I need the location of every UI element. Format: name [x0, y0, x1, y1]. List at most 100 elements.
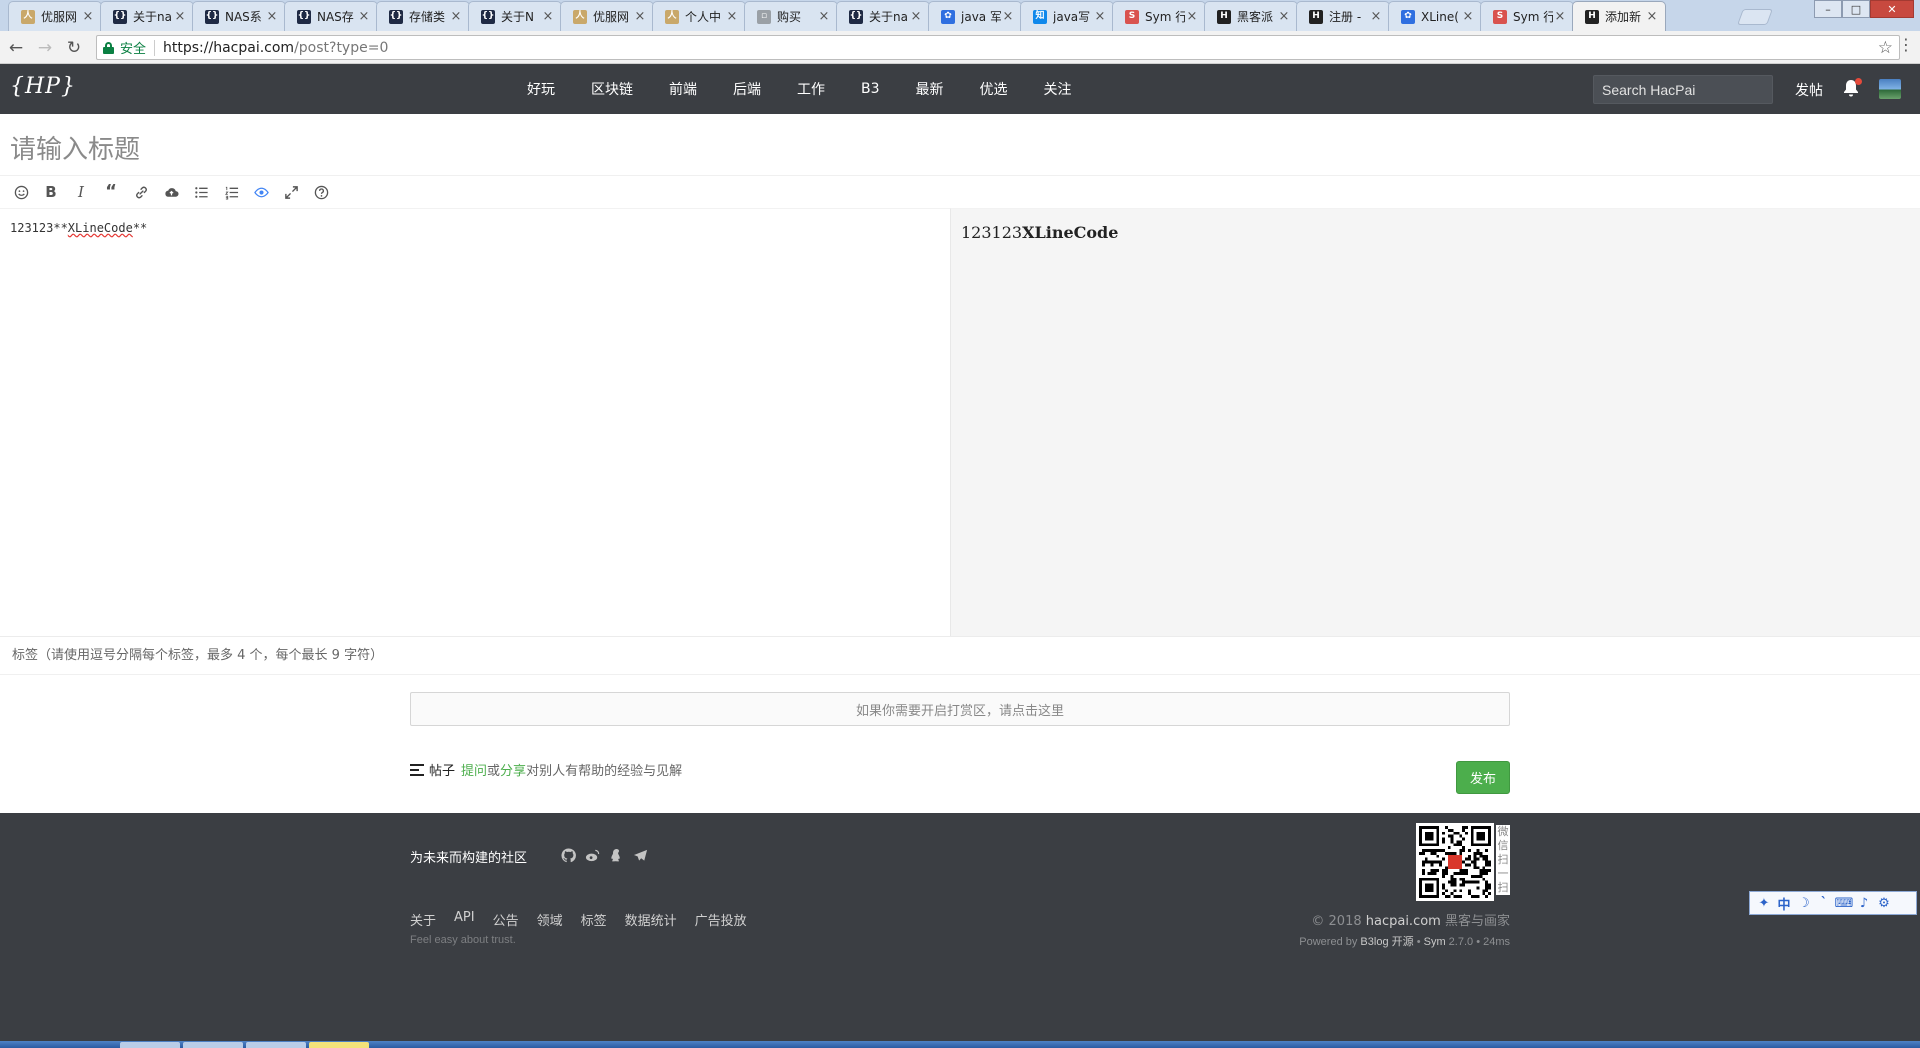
unordered-list-icon[interactable] [186, 180, 216, 204]
tab-close-icon[interactable]: × [1277, 9, 1291, 24]
nav-item-7[interactable]: 优选 [980, 79, 1008, 99]
ask-link[interactable]: 提问 [461, 760, 487, 779]
address-bar[interactable]: 安全 https://hacpai.com/post?type=0 ☆ [96, 35, 1900, 60]
tab-close-icon[interactable]: × [633, 9, 647, 24]
tab-close-icon[interactable]: × [725, 9, 739, 24]
browser-tab[interactable]: 知 java写 × [1020, 1, 1114, 31]
close-window-button[interactable]: ✕ [1870, 0, 1914, 18]
taskbar-item[interactable] [309, 1042, 369, 1048]
publish-button[interactable]: 发布 [1456, 761, 1510, 794]
tab-close-icon[interactable]: × [909, 9, 923, 24]
search-input[interactable] [1593, 75, 1773, 104]
tab-close-icon[interactable]: × [1461, 9, 1475, 24]
help-icon[interactable] [306, 180, 336, 204]
tab-close-icon[interactable]: × [81, 9, 95, 24]
reward-toggle-button[interactable]: 如果你需要开启打赏区，请点击这里 [410, 692, 1510, 726]
markdown-editor[interactable]: 123123**XLineCode** [0, 208, 950, 636]
browser-tab[interactable]: {} NAS存 × [284, 1, 378, 31]
nav-item-4[interactable]: 工作 [797, 79, 825, 99]
nav-item-6[interactable]: 最新 [916, 79, 944, 99]
tab-close-icon[interactable]: × [1553, 9, 1567, 24]
footer-link-1[interactable]: API [454, 910, 475, 929]
italic-icon[interactable]: I [66, 180, 96, 204]
quote-icon[interactable]: “ [96, 180, 126, 204]
github-icon[interactable] [556, 846, 580, 864]
nav-item-1[interactable]: 区块链 [591, 79, 633, 99]
keyboard-icon[interactable]: ⌨ [1834, 896, 1854, 911]
browser-tab[interactable]: H 添加新 × [1572, 1, 1666, 31]
ordered-list-icon[interactable] [216, 180, 246, 204]
taskbar-item[interactable] [183, 1042, 243, 1048]
browser-tab[interactable]: 人个人中 × [652, 1, 746, 31]
tab-close-icon[interactable]: × [1645, 9, 1659, 24]
nav-item-5[interactable]: B3 [861, 81, 880, 97]
nav-item-0[interactable]: 好玩 [527, 79, 555, 99]
upload-icon[interactable] [156, 180, 186, 204]
browser-tab[interactable]: H 注册 - × [1296, 1, 1390, 31]
moon-icon[interactable]: ☽ [1794, 896, 1814, 911]
back-icon[interactable]: ← [4, 36, 28, 60]
browser-menu-icon[interactable]: ⋮ [1898, 35, 1914, 54]
b3log-link[interactable]: B3log 开源 [1360, 936, 1413, 948]
browser-tab[interactable]: {} 关于na × [836, 1, 930, 31]
chinese-mode-icon[interactable]: 中 [1774, 894, 1794, 913]
browser-tab[interactable]: 人优服网 × [8, 1, 102, 31]
avatar[interactable] [1879, 79, 1901, 99]
tab-close-icon[interactable]: × [1185, 9, 1199, 24]
preview-icon[interactable] [246, 180, 276, 204]
bookmark-star-icon[interactable]: ☆ [1878, 38, 1893, 58]
site-logo[interactable]: {HP} [10, 74, 76, 99]
browser-tab[interactable]: {} 关于N × [468, 1, 562, 31]
tab-close-icon[interactable]: × [449, 9, 463, 24]
new-tab-button[interactable] [1737, 9, 1773, 25]
footer-link-2[interactable]: 公告 [493, 910, 519, 929]
tab-close-icon[interactable]: × [1001, 9, 1015, 24]
tab-close-icon[interactable]: × [817, 9, 831, 24]
tags-input[interactable] [0, 636, 1920, 675]
browser-tab[interactable]: {} NAS系 × [192, 1, 286, 31]
punctuation-icon[interactable]: ˋ [1814, 896, 1834, 911]
browser-tab[interactable]: ✿ java 军 × [928, 1, 1022, 31]
footer-link-0[interactable]: 关于 [410, 910, 436, 929]
browser-tab[interactable]: H 黑客派 × [1204, 1, 1298, 31]
nav-item-3[interactable]: 后端 [733, 79, 761, 99]
microphone-icon[interactable]: ♪ [1854, 896, 1874, 911]
footer-link-5[interactable]: 数据统计 [625, 910, 677, 929]
forward-icon[interactable]: → [33, 36, 57, 60]
telegram-icon[interactable] [628, 846, 652, 864]
qq-icon[interactable] [604, 846, 628, 864]
fullscreen-icon[interactable] [276, 180, 306, 204]
link-icon[interactable] [126, 180, 156, 204]
browser-tab[interactable]: {} 关于na × [100, 1, 194, 31]
minimize-button[interactable]: – [1814, 0, 1842, 18]
browser-tab[interactable]: S Sym 行 × [1480, 1, 1574, 31]
browser-tab[interactable]: S Sym 行 × [1112, 1, 1206, 31]
taskbar-item[interactable] [120, 1042, 180, 1048]
tab-close-icon[interactable]: × [265, 9, 279, 24]
tab-close-icon[interactable]: × [173, 9, 187, 24]
browser-tab[interactable]: ✿ XLine(× [1388, 1, 1482, 31]
maximize-button[interactable]: □ [1842, 0, 1870, 18]
browser-tab[interactable]: {} 存储类 × [376, 1, 470, 31]
browser-tab[interactable]: 人优服网 × [560, 1, 654, 31]
sym-link[interactable]: Sym [1424, 936, 1446, 948]
host-link[interactable]: hacpai.com [1366, 914, 1441, 929]
footer-link-4[interactable]: 标签 [581, 910, 607, 929]
ime-toolbar[interactable]: ✦ 中 ☽ ˋ ⌨ ♪ ⚙ [1749, 891, 1917, 915]
tab-close-icon[interactable]: × [1093, 9, 1107, 24]
tab-close-icon[interactable]: × [1369, 9, 1383, 24]
editor-content[interactable]: 123123**XLineCode** [10, 221, 147, 235]
reload-icon[interactable]: ↻ [62, 36, 86, 60]
browser-tab[interactable]: ▫ 购买 × [744, 1, 838, 31]
bold-icon[interactable]: B [36, 180, 66, 204]
footer-link-3[interactable]: 领域 [537, 910, 563, 929]
share-link[interactable]: 分享 [500, 760, 526, 779]
new-post-link[interactable]: 发帖 [1795, 80, 1823, 100]
nav-item-8[interactable]: 关注 [1044, 79, 1072, 99]
footer-link-6[interactable]: 广告投放 [695, 910, 747, 929]
taskbar-item[interactable] [246, 1042, 306, 1048]
post-title-input[interactable] [0, 124, 1920, 176]
tab-close-icon[interactable]: × [357, 9, 371, 24]
tab-close-icon[interactable]: × [541, 9, 555, 24]
ime-logo-icon[interactable]: ✦ [1754, 896, 1774, 911]
